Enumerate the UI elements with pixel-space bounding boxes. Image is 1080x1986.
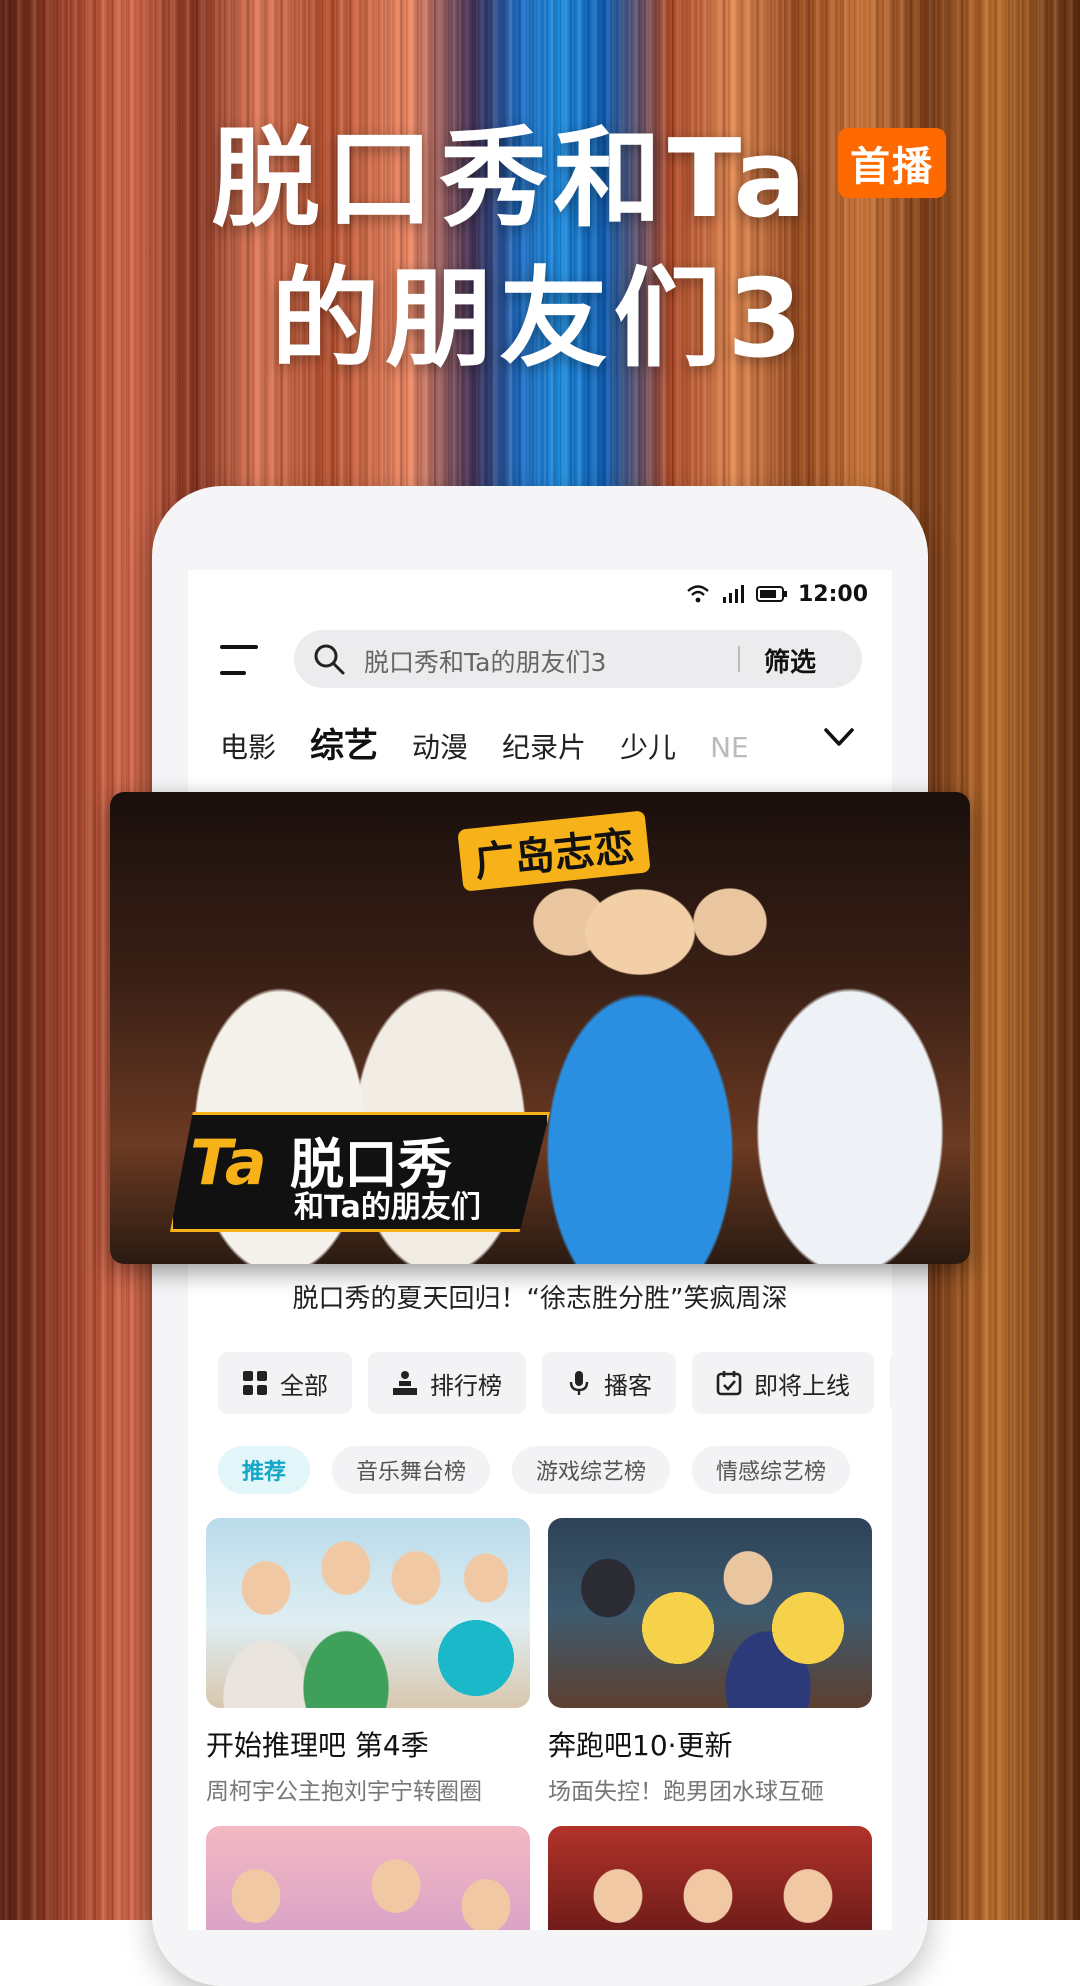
video-title: 奔跑吧10·更新 bbox=[548, 1729, 733, 1762]
subtab-game-variety[interactable]: 游戏综艺榜 bbox=[512, 1446, 671, 1494]
video-thumbnail[interactable] bbox=[548, 1826, 872, 1930]
microphone-icon bbox=[569, 1371, 589, 1395]
video-thumbnail[interactable] bbox=[548, 1518, 872, 1708]
category-tabs: 电影 综艺 动漫 纪录片 少儿 NE bbox=[220, 718, 749, 767]
tab-anime[interactable]: 动漫 bbox=[412, 726, 468, 766]
status-time: 12:00 bbox=[797, 582, 868, 607]
status-bar: 12:00 bbox=[188, 570, 892, 622]
video-thumbnail[interactable] bbox=[206, 1826, 530, 1930]
video-title: 开始推理吧 第4季 bbox=[206, 1729, 429, 1762]
hero-title-line2: 的朋友们3 bbox=[271, 257, 809, 382]
filter-button[interactable]: 筛选 bbox=[764, 642, 816, 679]
sub-tabs: 推荐 音乐舞台榜 游戏综艺榜 情感综艺榜 bbox=[218, 1446, 851, 1494]
tab-variety[interactable]: 综艺 bbox=[310, 718, 378, 767]
wifi-icon bbox=[687, 585, 709, 603]
subtab-emotion-variety[interactable]: 情感综艺榜 bbox=[692, 1446, 851, 1494]
podium-icon bbox=[393, 1371, 417, 1395]
battery-icon bbox=[756, 586, 787, 602]
quick-entry-label: 全部 bbox=[280, 1371, 328, 1400]
grid-icon bbox=[243, 1371, 267, 1395]
quick-entry-all[interactable]: 全部 bbox=[218, 1352, 352, 1414]
quick-entry-label: 排行榜 bbox=[430, 1371, 502, 1400]
video-thumbnail[interactable] bbox=[206, 1518, 530, 1708]
quick-entry-ranking[interactable]: 排行榜 bbox=[368, 1352, 526, 1414]
show-logo: Ta 脱口秀 和Ta的朋友们 bbox=[170, 1112, 550, 1232]
subtab-music-stage[interactable]: 音乐舞台榜 bbox=[332, 1446, 491, 1494]
video-card[interactable] bbox=[548, 1826, 872, 1930]
subtab-recommended[interactable]: 推荐 bbox=[218, 1446, 311, 1494]
quick-entry-upcoming[interactable]: 即将上线 bbox=[692, 1352, 874, 1414]
show-logo-sub: 和Ta的朋友们 bbox=[294, 1190, 481, 1225]
show-logo-ta: Ta bbox=[190, 1126, 267, 1199]
search-bar[interactable]: 脱口秀和Ta的朋友们3 筛选 bbox=[294, 630, 862, 688]
calendar-icon bbox=[716, 1371, 742, 1396]
tab-documentary[interactable]: 纪录片 bbox=[502, 726, 586, 766]
quick-entry-label: 即将上线 bbox=[754, 1371, 850, 1400]
banner-caption[interactable]: 脱口秀的夏天回归！“徐志胜分胜”笑疯周深 bbox=[188, 1278, 892, 1315]
video-card[interactable]: 开始推理吧 第4季 周柯宇公主抱刘宇宁转圈圈 bbox=[206, 1518, 530, 1806]
search-divider bbox=[738, 646, 740, 672]
video-card[interactable]: 奔跑吧10·更新 场面失控！跑男团水球互砸 bbox=[548, 1518, 872, 1806]
search-icon bbox=[314, 644, 345, 675]
quick-entries: 全部 排行榜 播客 即将上线 bbox=[218, 1352, 892, 1414]
premiere-badge: 首播 bbox=[838, 128, 946, 198]
search-input[interactable]: 脱口秀和Ta的朋友们3 bbox=[364, 643, 606, 679]
banner-sticker-text: 广岛志恋 bbox=[457, 810, 651, 892]
quick-entry-podcast[interactable]: 播客 bbox=[542, 1352, 676, 1414]
video-subtitle: 周柯宇公主抱刘宇宁转圈圈 bbox=[206, 1779, 482, 1805]
tab-movie[interactable]: 电影 bbox=[220, 726, 276, 766]
quick-entry-label: 播客 bbox=[604, 1371, 652, 1400]
quick-entry-today[interactable]: 今 bbox=[890, 1352, 892, 1414]
featured-banner[interactable]: 广岛志恋 Ta 脱口秀 和Ta的朋友们 bbox=[110, 792, 970, 1264]
tab-new[interactable]: NE bbox=[710, 731, 749, 764]
video-subtitle: 场面失控！跑男团水球互砸 bbox=[548, 1779, 824, 1805]
tab-kids[interactable]: 少儿 bbox=[620, 726, 676, 766]
signal-icon bbox=[723, 585, 744, 603]
chevron-down-icon[interactable] bbox=[822, 722, 856, 752]
video-card[interactable] bbox=[206, 1826, 530, 1930]
menu-icon[interactable] bbox=[220, 643, 260, 677]
